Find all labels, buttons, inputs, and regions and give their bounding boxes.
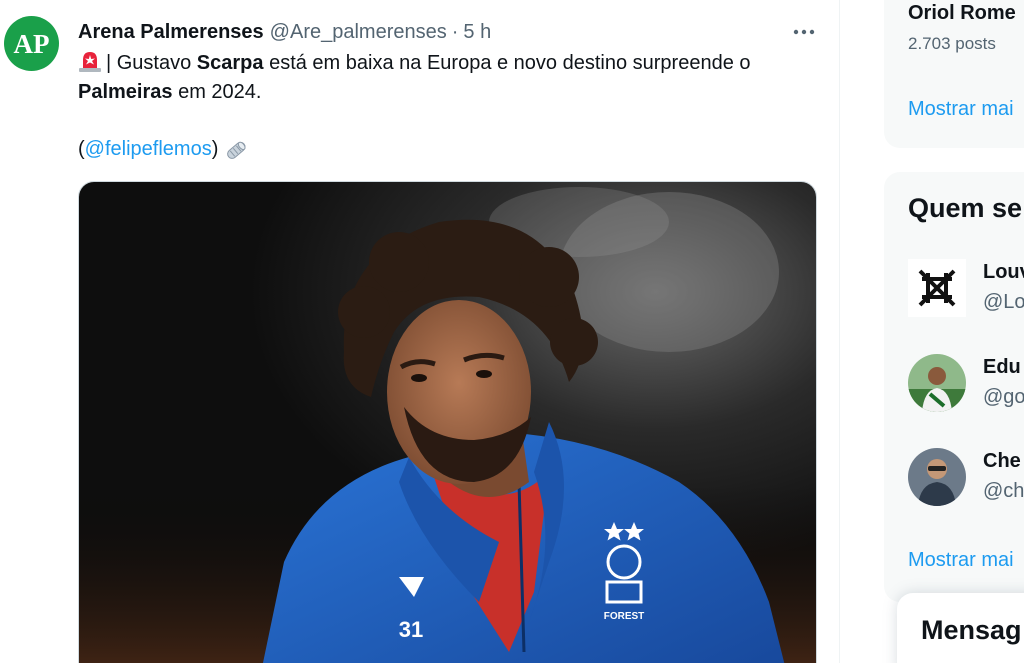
mention-link[interactable]: @felipeflemos xyxy=(85,135,212,164)
suggestion-avatar xyxy=(908,259,966,317)
more-options-button[interactable] xyxy=(790,18,818,46)
rolled-newspaper-icon xyxy=(227,141,246,159)
user-photo-icon xyxy=(908,448,966,506)
avatar-logo: AP xyxy=(14,29,50,59)
paren-open: ( xyxy=(78,138,85,160)
show-more-link[interactable]: Mostrar mai xyxy=(908,98,1014,121)
tweet-avatar[interactable]: AP xyxy=(4,16,59,71)
avatar-initials: AP xyxy=(14,29,50,59)
suggestion-handle: @ch xyxy=(983,480,1024,502)
more-horizontal-icon xyxy=(793,29,815,35)
tweet-text-bold-palmeiras: Palmeiras xyxy=(78,81,173,103)
show-more-suggestions-link[interactable]: Mostrar mai xyxy=(908,549,1014,572)
paren-close: ) xyxy=(211,138,219,160)
follow-suggestion[interactable]: Che @ch xyxy=(884,448,1024,520)
tweet-text-bold-scarpa: Scarpa xyxy=(196,52,264,74)
suggestion-name: Che xyxy=(983,450,1021,472)
tweet-credit-line: (@felipeflemos) xyxy=(78,135,250,164)
tweet-timestamp[interactable]: 5 h xyxy=(463,21,491,44)
tweet-text-part1: | Gustavo xyxy=(106,52,197,74)
profile-name[interactable]: Oriol Rome xyxy=(908,2,1016,25)
follow-suggestion[interactable]: Edu @go xyxy=(884,354,1024,426)
suggestion-avatar xyxy=(908,354,966,412)
follow-suggestion[interactable]: Louv @Lo xyxy=(884,259,1024,331)
suggestion-handle: @Lo xyxy=(983,291,1024,313)
author-display-name[interactable]: Arena Palmerenses xyxy=(78,21,264,44)
player-photo: 31 FOREST xyxy=(79,182,816,663)
suggestion-name: Louv xyxy=(983,261,1024,283)
header-separator: · xyxy=(451,20,459,43)
messages-title: Mensag xyxy=(921,615,1022,645)
tweet-media-photo[interactable]: 31 FOREST xyxy=(78,181,817,663)
suggestion-name: Edu xyxy=(983,356,1021,378)
suggestion-handle: @go xyxy=(983,386,1024,408)
tweet-text-part2: está em baixa na Europa e novo destino s… xyxy=(263,52,751,74)
tweet[interactable]: AP Arena Palmerenses @Are_palmerenses · … xyxy=(0,0,839,663)
author-handle[interactable]: @Are_palmerenses xyxy=(270,21,447,44)
timeline-column: AP Arena Palmerenses @Are_palmerenses · … xyxy=(0,0,840,663)
crest-text: FOREST xyxy=(604,611,645,622)
right-sidebar: Oriol Rome 2.703 posts Mostrar mai Quem … xyxy=(884,0,1024,663)
tweet-header: Arena Palmerenses @Are_palmerenses · 5 h xyxy=(78,18,491,46)
who-to-follow-title: Quem se xyxy=(908,193,1023,223)
tweet-text: | Gustavo Scarpa está em baixa na Europa… xyxy=(78,49,823,107)
suggestion-avatar xyxy=(908,448,966,506)
messages-drawer[interactable]: Mensag xyxy=(897,593,1024,663)
louvre-logo-icon xyxy=(908,259,966,317)
shirt-number: 31 xyxy=(399,617,423,642)
profile-post-count: 2.703 posts xyxy=(908,34,996,53)
user-photo-icon xyxy=(908,354,966,412)
tweet-text-part3: em 2024. xyxy=(172,81,262,103)
police-light-icon xyxy=(79,52,101,72)
